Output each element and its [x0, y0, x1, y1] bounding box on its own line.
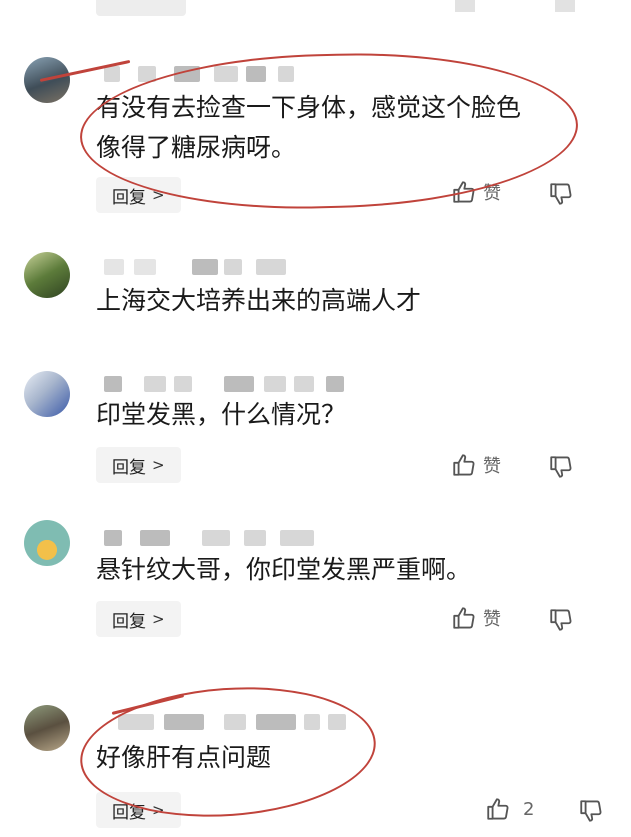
username-blurred[interactable] [104, 530, 334, 548]
reply-button[interactable]: 回复 > [96, 601, 181, 637]
like-button[interactable]: 赞 [451, 452, 501, 478]
comment-text: 上海交大培养出来的高端人才 [96, 286, 422, 315]
avatar[interactable] [24, 520, 70, 566]
thumbs-down-icon [580, 800, 602, 822]
username-blurred[interactable] [104, 259, 294, 277]
cropped-top-icon [555, 0, 575, 12]
thumbs-down-icon [550, 609, 572, 631]
thumbs-down-icon [550, 456, 572, 478]
dislike-button[interactable] [548, 607, 574, 633]
avatar[interactable] [24, 705, 70, 751]
like-button[interactable]: 2 [485, 796, 534, 822]
dislike-button[interactable] [578, 798, 604, 824]
like-button[interactable]: 赞 [451, 605, 501, 631]
cropped-top-bar [96, 0, 186, 16]
avatar[interactable] [24, 252, 70, 298]
chevron-right-icon: > [152, 456, 165, 474]
dislike-button[interactable] [548, 454, 574, 480]
thumbs-up-icon [453, 607, 475, 629]
cropped-top-icon [455, 0, 475, 12]
comment-text: 印堂发黑，什么情况？ [96, 400, 347, 429]
comment-text: 悬针纹大哥，你印堂发黑严重啊。 [96, 555, 472, 584]
username-blurred[interactable] [104, 376, 344, 394]
chevron-right-icon: > [152, 610, 165, 628]
avatar[interactable] [24, 371, 70, 417]
thumbs-down-icon [550, 183, 572, 205]
reply-button[interactable]: 回复 > [96, 447, 181, 483]
dislike-button[interactable] [548, 181, 574, 207]
thumbs-up-icon [453, 454, 475, 476]
thumbs-up-icon [487, 798, 509, 820]
